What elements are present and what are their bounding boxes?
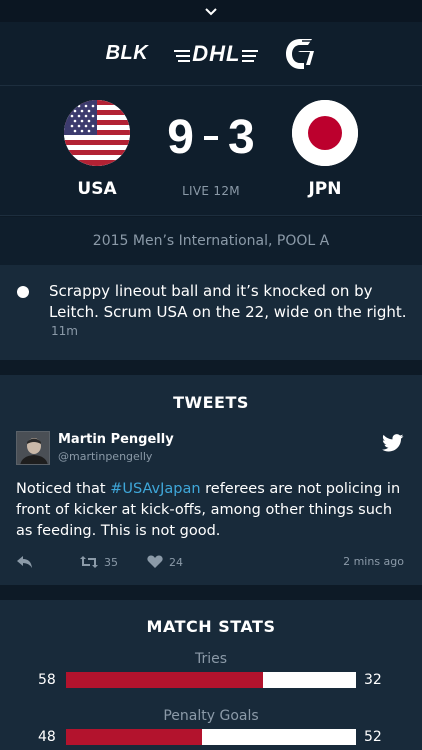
tweet-time: 2 mins ago: [343, 555, 404, 568]
retweet-count: 35: [104, 555, 118, 569]
stat-label-penalty-goals: Penalty Goals: [163, 708, 259, 724]
divider: [0, 360, 422, 375]
sponsor-bar: BLK DHL: [0, 22, 422, 86]
score-dash: [204, 135, 218, 140]
usa-flag-icon: [64, 100, 130, 166]
twitter-icon[interactable]: [382, 434, 404, 452]
top-bar: [0, 0, 422, 22]
reply-button[interactable]: [16, 555, 34, 569]
tweet-actions: 35 24 2 mins ago: [0, 555, 422, 575]
competition-label: 2015 Men’s International, POOL A: [0, 217, 422, 265]
score: 9 3: [150, 110, 272, 165]
match-stats-card: MATCH STATS Tries 58 32 Penalty Goals 48…: [0, 600, 422, 750]
stat-bar-penalty-goals: [66, 729, 356, 745]
stat-bar-fill-tries: [66, 672, 264, 688]
hashtag-link[interactable]: #USAvJapan: [110, 481, 200, 497]
retweet-icon: [80, 556, 98, 568]
like-count: 24: [169, 555, 183, 569]
tweet-author-handle[interactable]: @martinpengelly: [58, 450, 152, 463]
home-score: 9: [167, 111, 194, 164]
away-team-name: JPN: [308, 179, 342, 199]
stat-label-tries: Tries: [194, 651, 228, 667]
reply-icon: [17, 556, 32, 568]
away-score: 3: [228, 111, 255, 164]
tweet-author-name[interactable]: Martin Pengelly: [58, 432, 174, 447]
commentary-time: 11m: [51, 324, 78, 338]
tweets-card: TWEETS Martin Pengelly @martinpengelly N…: [0, 375, 422, 585]
avatar[interactable]: [16, 431, 50, 465]
commentary-text: Scrappy lineout ball and it’s knocked on…: [49, 282, 407, 321]
stat-away-tries: 32: [364, 672, 382, 688]
stat-bar-tries: [66, 672, 356, 688]
scoreboard: USA 9 3 LIVE 12M JPN: [0, 86, 422, 216]
match-stats-title: MATCH STATS: [146, 617, 276, 636]
tweets-title: TWEETS: [173, 393, 249, 412]
stat-bar-fill-penalty-goals: [66, 729, 203, 745]
chevron-down-icon[interactable]: [204, 7, 218, 16]
gatorade-logo: [286, 38, 315, 69]
like-button[interactable]: 24: [147, 555, 183, 569]
match-status: LIVE 12M: [182, 184, 240, 198]
heart-icon: [147, 555, 163, 568]
dhl-logo: DHL: [174, 41, 259, 67]
stat-away-penalty-goals: 52: [364, 729, 382, 745]
bullet-icon: [17, 286, 29, 298]
commentary-item: Scrappy lineout ball and it’s knocked on…: [0, 265, 422, 360]
retweet-button[interactable]: 35: [80, 555, 118, 569]
blk-logo: BLK: [105, 42, 149, 64]
tweet-body: Noticed that #USAvJapan referees are not…: [16, 481, 401, 539]
divider: [0, 585, 422, 600]
home-team-name: USA: [77, 179, 117, 199]
japan-flag-icon: [292, 100, 358, 166]
